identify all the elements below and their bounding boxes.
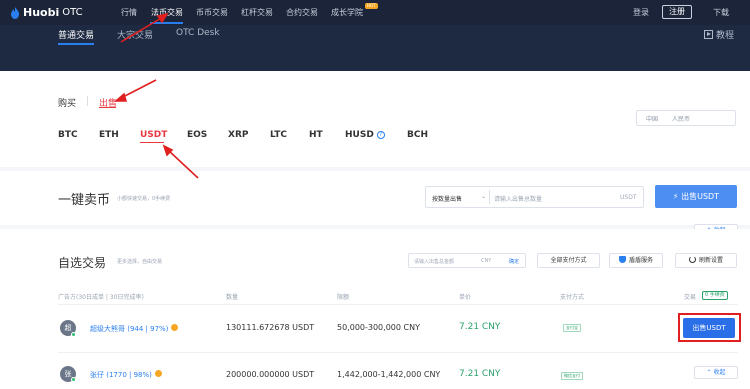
custom-trade-title: 自选交易: [58, 256, 107, 270]
header-trade: 交易: [684, 294, 697, 301]
logo-suffix: OTC: [62, 7, 83, 18]
header-divider: [58, 304, 738, 305]
ad-amount: 200000.000000 USDT: [226, 370, 315, 379]
annotation-highlight-box: [678, 313, 741, 342]
amount-unit: USDT: [620, 194, 637, 201]
payment-alipay-tag: 支付宝: [563, 324, 581, 332]
nav-market[interactable]: 行情: [121, 7, 137, 18]
online-status-dot: [71, 332, 76, 337]
custom-trade-subtitle: 更多选择，自由交易: [117, 259, 163, 265]
nav-fiat-trade[interactable]: 法币交易: [151, 7, 183, 18]
chevron-down-icon: ⌄: [481, 193, 487, 200]
sub-nav: [0, 25, 750, 71]
logo-text: Huobi: [23, 6, 60, 19]
subtab-active-indicator: [58, 43, 94, 45]
login-link[interactable]: 登录: [633, 7, 649, 18]
coin-ht[interactable]: HT: [309, 130, 323, 140]
online-status-dot: [71, 377, 76, 382]
collapse-button[interactable]: ⌃ 收起: [694, 366, 738, 379]
shield-icon: [618, 256, 626, 263]
quick-sell-button[interactable]: ⚡ 出售USDT: [655, 185, 737, 208]
coin-eth[interactable]: ETH: [99, 130, 119, 140]
register-button[interactable]: 注册: [662, 5, 692, 19]
coin-btc[interactable]: BTC: [58, 130, 78, 140]
nav-margin-trade[interactable]: 杠杆交易: [241, 7, 273, 18]
medal-icon: [171, 324, 179, 331]
min-amount-field[interactable]: 请输入出售总金额 CNY 确定: [408, 253, 526, 268]
nav-coin-trade[interactable]: 币币交易: [196, 7, 228, 18]
coin-husd[interactable]: HUSD?: [345, 130, 385, 140]
coin-xrp[interactable]: XRP: [228, 130, 248, 140]
coin-husd-label: HUSD: [345, 130, 374, 140]
quick-sell-button-label: 出售USDT: [681, 192, 720, 201]
min-amount-input[interactable]: 请输入出售总金额: [414, 258, 454, 265]
merchant-name: 张仔 (1770 | 98%): [90, 371, 152, 379]
coin-eos[interactable]: EOS: [187, 130, 207, 140]
zero-fee-badge: 0 手续费: [702, 291, 728, 300]
header-payment: 支付方式: [560, 294, 585, 301]
coin-active-underline: [140, 142, 164, 143]
hot-badge: HOT: [365, 3, 378, 9]
header-price: 单价: [459, 294, 472, 301]
currency-label: 人民币: [672, 116, 691, 123]
nav-contract-trade[interactable]: 合约交易: [286, 7, 318, 18]
region-currency-select[interactable]: 中国 人民币: [636, 110, 736, 126]
nav-active-indicator: [150, 22, 183, 24]
header-limit: 限额: [337, 294, 350, 301]
sell-tab-underline: [99, 107, 116, 108]
download-link[interactable]: 下载: [713, 7, 729, 18]
min-amount-currency: CNY: [481, 258, 492, 264]
chevron-up-icon: ⌃: [706, 369, 712, 376]
buy-tab[interactable]: 购买: [58, 96, 76, 109]
nav-academy[interactable]: 成长学院: [331, 7, 363, 18]
row-divider: [58, 352, 738, 353]
refresh-icon: [688, 256, 696, 263]
tab-otc-desk[interactable]: OTC Desk: [176, 28, 220, 38]
medal-icon: [154, 370, 162, 377]
flame-icon: [11, 6, 19, 19]
ad-price: 7.21 CNY: [459, 322, 501, 332]
merchant-name: 超级大熊哥 (944 | 97%): [90, 325, 169, 333]
refresh-settings-button[interactable]: 刷新设置: [675, 253, 737, 268]
coin-usdt[interactable]: USDT: [140, 130, 167, 140]
ad-limit: 50,000-300,000 CNY: [337, 323, 420, 332]
amount-input[interactable]: 请输入出售总数量: [494, 194, 542, 203]
min-amount-confirm[interactable]: 确定: [509, 258, 519, 265]
help-icon[interactable]: ?: [376, 131, 385, 139]
huobi-logo[interactable]: Huobi OTC: [10, 5, 83, 20]
shield-service-button[interactable]: 盾盾服务: [609, 253, 663, 268]
region-label: 中国: [646, 116, 659, 123]
play-icon: [704, 30, 713, 39]
lightning-icon: ⚡: [672, 192, 679, 201]
merchant-link[interactable]: 张仔 (1770 | 98%): [90, 370, 162, 380]
quick-sell-title: 一键卖币: [58, 193, 111, 208]
amount-type-select[interactable]: 按数量出售: [432, 194, 462, 203]
payment-filter-button[interactable]: 全部支付方式: [537, 253, 600, 268]
coin-bch[interactable]: BCH: [407, 130, 428, 140]
amount-separator: [489, 190, 490, 204]
ad-price: 7.21 CNY: [459, 369, 501, 379]
tab-block-trade[interactable]: 大宗交易: [117, 28, 153, 41]
header-advertiser: 广告方(30日成单 | 30日完成率): [58, 294, 144, 301]
ad-amount: 130111.672678 USDT: [226, 323, 315, 332]
tab-divider: [87, 96, 88, 106]
coin-ltc[interactable]: LTC: [270, 130, 287, 140]
refresh-settings-label: 刷新设置: [698, 257, 723, 264]
collapse-label: 收起: [713, 369, 726, 376]
tutorial-link[interactable]: 教程: [704, 28, 734, 41]
quick-sell-amount-field[interactable]: 按数量出售 ⌄ 请输入出售总数量 USDT: [425, 186, 644, 208]
payment-wechat-tag: 微信支付: [561, 372, 583, 380]
merchant-link[interactable]: 超级大熊哥 (944 | 97%): [90, 324, 179, 334]
tutorial-label: 教程: [716, 31, 735, 41]
ad-limit: 1,442,000-1,442,000 CNY: [337, 370, 441, 379]
quick-sell-subtitle: 小额快速交易，0手续费: [117, 196, 171, 202]
shield-service-label: 盾盾服务: [628, 257, 653, 264]
header-amount: 数量: [226, 294, 239, 301]
tab-normal-trade[interactable]: 普通交易: [58, 28, 94, 41]
